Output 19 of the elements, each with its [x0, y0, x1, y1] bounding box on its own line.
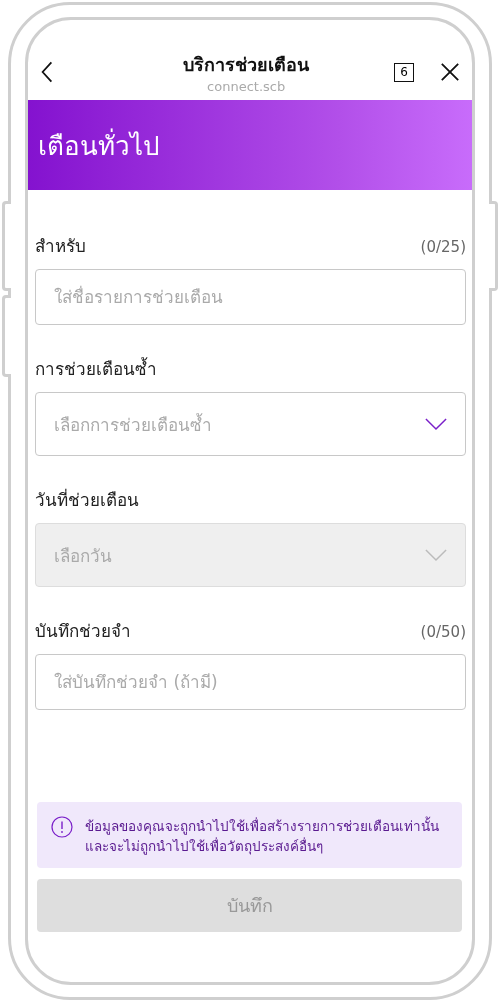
char-counter: (0/50)	[420, 623, 466, 641]
tab-count[interactable]: 6	[394, 62, 414, 82]
back-icon[interactable]	[40, 60, 54, 84]
chevron-down-icon	[425, 548, 447, 562]
page-url: connect.scb	[207, 79, 286, 94]
char-counter: (0/25)	[420, 238, 466, 256]
field-label: การช่วยเตือนซ้ำ	[35, 356, 157, 381]
notice-text: ข้อมูลของคุณจะถูกนำไปใช้เพื่อสร้างรายการช่วยเตือนเท่านั้น และจะไม่ถูกนำไปใช้เพื่อวัตถุประสงค์อื่นๆ	[85, 815, 440, 856]
chevron-down-icon	[425, 417, 447, 431]
close-icon[interactable]	[440, 62, 460, 82]
page-title: บริการช่วยเตือน	[183, 53, 310, 77]
input-field[interactable]: ใส่ชื่อรายการช่วยเตือน	[35, 269, 466, 325]
field-label: วันที่ช่วยเตือน	[35, 487, 139, 512]
banner-title: เตือนทั่วไป	[38, 127, 160, 163]
field-label: บันทึกช่วยจำ	[35, 620, 131, 643]
info-icon	[51, 815, 73, 838]
input-field[interactable]: ใส่บันทึกช่วยจำ (ถ้ามี)	[35, 654, 466, 710]
dropdown-field[interactable]: เลือกการช่วยเตือนซ้ำ	[35, 392, 466, 456]
field-label: สำหรับ	[35, 235, 86, 258]
